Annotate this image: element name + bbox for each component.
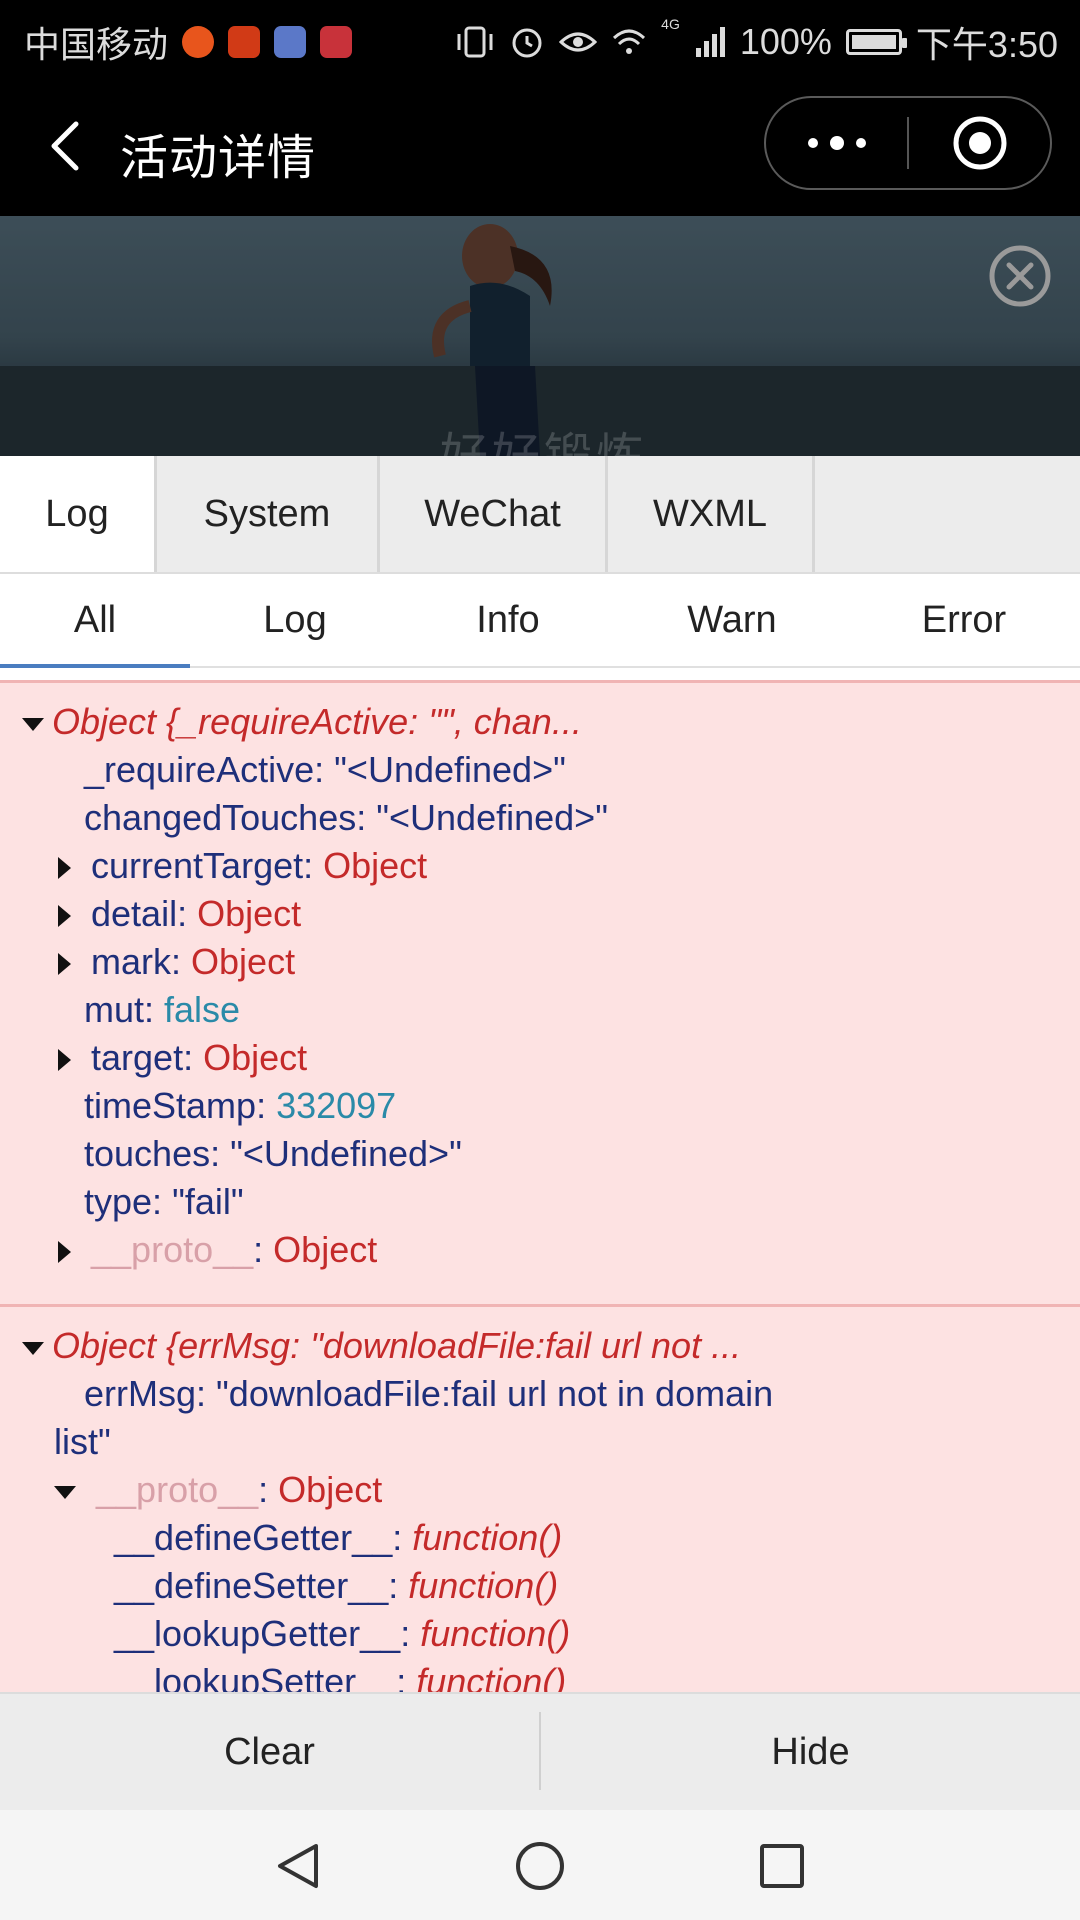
close-miniprogram-button[interactable] bbox=[909, 98, 1050, 188]
tab-log[interactable]: Log bbox=[0, 456, 157, 572]
filter-tab-error[interactable]: Error bbox=[848, 574, 1080, 666]
nav-recents-icon[interactable] bbox=[756, 1840, 808, 1892]
property-row-expandable[interactable]: currentTarget: Object bbox=[58, 845, 427, 887]
more-button[interactable] bbox=[766, 98, 907, 188]
expand-arrow-icon[interactable] bbox=[58, 1241, 71, 1264]
filter-tab-warn[interactable]: Warn bbox=[616, 574, 848, 666]
property-row: timeStamp: 332097 bbox=[84, 1085, 397, 1126]
hide-button[interactable]: Hide bbox=[541, 1694, 1080, 1810]
property-row-expandable[interactable]: target: Object bbox=[58, 1037, 307, 1079]
filter-tab-log[interactable]: Log bbox=[190, 574, 400, 666]
battery-percent: 100% bbox=[739, 21, 832, 62]
property-row: changedTouches: "<Undefined>" bbox=[84, 797, 608, 838]
system-nav-bar bbox=[0, 1810, 1080, 1920]
collapse-arrow-icon[interactable] bbox=[22, 1341, 44, 1355]
expand-arrow-icon[interactable] bbox=[58, 905, 71, 928]
log-entry: Object {_requireActive: "", chan... _req… bbox=[0, 680, 1080, 1304]
property-row: _requireActive: "<Undefined>" bbox=[84, 749, 566, 790]
property-row: __lookupGetter__: function() bbox=[114, 1613, 571, 1654]
target-circle-icon bbox=[953, 116, 1006, 170]
property-row: __defineSetter__: function() bbox=[114, 1565, 559, 1606]
status-bar: 中国移动 4G 100% 下午3:50 bbox=[0, 0, 1080, 78]
alarm-icon bbox=[512, 28, 542, 58]
console-main-tabs: Log System WeChat WXML bbox=[0, 456, 1080, 574]
close-circle-icon[interactable] bbox=[988, 244, 1052, 308]
debug-console: Log System WeChat WXML All Log Info Warn… bbox=[0, 456, 1080, 1692]
listen-app-icon bbox=[182, 26, 215, 58]
property-row-continuation: list" bbox=[54, 1421, 111, 1462]
console-filter-tabs: All Log Info Warn Error bbox=[0, 574, 1080, 668]
back-arrow-icon[interactable] bbox=[36, 116, 96, 176]
tab-wxml[interactable]: WXML bbox=[608, 456, 815, 572]
listen-app-icon bbox=[228, 26, 261, 58]
property-row: __defineGetter__: function() bbox=[114, 1517, 563, 1558]
log-list[interactable]: Object {_requireActive: "", chan... _req… bbox=[0, 668, 1080, 1692]
nav-home-icon[interactable] bbox=[514, 1840, 566, 1892]
property-row-expandable[interactable]: __proto__: Object bbox=[54, 1469, 382, 1511]
property-row: mut: false bbox=[84, 989, 241, 1030]
banner-text: 好好锻炼 bbox=[440, 416, 648, 456]
property-row: touches: "<Undefined>" bbox=[84, 1133, 462, 1174]
collapse-arrow-icon[interactable] bbox=[22, 717, 44, 731]
nav-bar: 活动详情 bbox=[0, 78, 1080, 216]
activity-banner: 好好锻炼 bbox=[0, 216, 1080, 456]
expand-arrow-icon[interactable] bbox=[58, 953, 71, 976]
log-entry: Object {errMsg: "downloadFile:fail url n… bbox=[0, 1304, 1080, 1692]
log-entry-header[interactable]: Object {_requireActive: "", chan... bbox=[22, 701, 582, 743]
clear-button[interactable]: Clear bbox=[0, 1694, 539, 1810]
nav-back-icon[interactable] bbox=[272, 1840, 324, 1892]
tab-wechat[interactable]: WeChat bbox=[380, 456, 608, 572]
tab-system[interactable]: System bbox=[157, 456, 380, 572]
log-entry-header[interactable]: Object {errMsg: "downloadFile:fail url n… bbox=[22, 1325, 741, 1367]
mall-app-icon bbox=[320, 26, 353, 58]
property-row: __lookupSetter__: function() bbox=[114, 1661, 567, 1692]
page-title: 活动详情 bbox=[120, 132, 317, 185]
battery-icon bbox=[845, 29, 907, 55]
wifi-icon bbox=[613, 29, 646, 54]
filter-tab-info[interactable]: Info bbox=[400, 574, 616, 666]
property-row: errMsg: "downloadFile:fail url not in do… bbox=[84, 1373, 774, 1414]
clock: 下午3:50 bbox=[915, 24, 1058, 65]
music-app-icon bbox=[274, 26, 307, 58]
collapse-arrow-icon[interactable] bbox=[54, 1485, 76, 1499]
more-dots-icon bbox=[807, 136, 866, 150]
eye-icon bbox=[559, 32, 598, 52]
vibrate-icon bbox=[457, 26, 493, 58]
property-row-expandable[interactable]: __proto__: Object bbox=[58, 1229, 377, 1271]
filter-tab-all[interactable]: All bbox=[0, 574, 190, 668]
expand-arrow-icon[interactable] bbox=[58, 1049, 71, 1072]
expand-arrow-icon[interactable] bbox=[58, 857, 71, 880]
signal-icon bbox=[695, 27, 725, 57]
property-row: type: "fail" bbox=[84, 1181, 244, 1222]
miniprogram-capsule bbox=[764, 96, 1052, 190]
console-footer: Clear Hide bbox=[0, 1692, 1080, 1810]
property-row-expandable[interactable]: mark: Object bbox=[58, 941, 295, 983]
network-type: 4G bbox=[661, 16, 680, 32]
property-row-expandable[interactable]: detail: Object bbox=[58, 893, 301, 935]
carrier-label: 中国移动 bbox=[24, 24, 169, 65]
